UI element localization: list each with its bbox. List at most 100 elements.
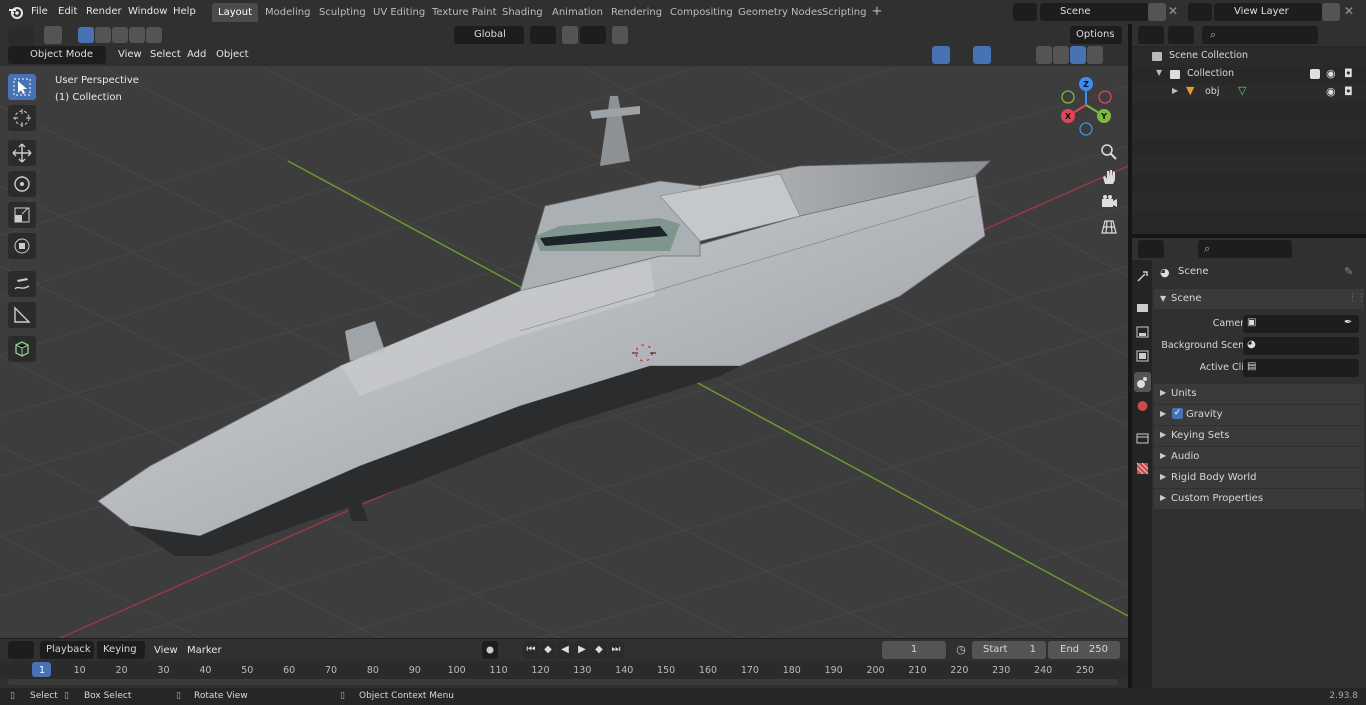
tab-geometry-nodes[interactable]: Geometry Nodes	[732, 3, 828, 22]
drag-handle-icon[interactable]: ⋮⋮	[1348, 293, 1366, 303]
view-layer-field[interactable]: View Layer	[1214, 3, 1322, 21]
tool-annotate[interactable]	[8, 271, 36, 297]
select-mode-invert-icon[interactable]	[129, 27, 145, 43]
mode-dropdown[interactable]: Object Mode	[8, 46, 106, 64]
camera-field[interactable]	[1243, 315, 1359, 333]
next-keyframe-icon[interactable]: ◆	[591, 641, 607, 659]
tab-scripting[interactable]: Scripting	[816, 3, 872, 22]
exclude-checkbox-icon[interactable]	[1310, 69, 1320, 79]
shading-material-icon[interactable]	[1070, 46, 1086, 64]
proportional-edit-icon[interactable]	[612, 26, 628, 44]
menu-add[interactable]: Add	[187, 47, 206, 63]
menu-window[interactable]: Window	[128, 4, 167, 20]
xray-toggle-icon[interactable]	[1014, 46, 1030, 64]
pin-icon[interactable]: ✎	[1344, 265, 1353, 278]
tab-compositing[interactable]: Compositing	[664, 3, 739, 22]
expand-chevron-icon[interactable]: ▼	[1156, 68, 1162, 77]
outliner-search-input[interactable]	[1202, 26, 1318, 44]
tab-sculpting[interactable]: Sculpting	[313, 3, 372, 22]
zoom-icon[interactable]	[1099, 142, 1119, 165]
filter-icon[interactable]	[1322, 26, 1348, 44]
properties-options-icon[interactable]	[1338, 240, 1358, 258]
tool-tab-icon[interactable]	[1134, 266, 1151, 286]
menu-edit[interactable]: Edit	[58, 4, 77, 20]
add-workspace-icon[interactable]: +	[870, 5, 884, 19]
tool-select-box[interactable]	[8, 74, 36, 100]
obj-camera-render-icon[interactable]: ◘	[1344, 85, 1353, 98]
perspective-toggle-icon[interactable]	[1099, 217, 1119, 240]
menu-view[interactable]: View	[118, 47, 142, 63]
active-clip-field[interactable]	[1243, 359, 1359, 377]
navigation-gizmo[interactable]: Z Y X	[1061, 77, 1112, 136]
tab-uv-editing[interactable]: UV Editing	[367, 3, 431, 22]
select-mode-subtract-icon[interactable]	[112, 27, 128, 43]
tab-rendering[interactable]: Rendering	[605, 3, 668, 22]
tool-measure[interactable]	[8, 302, 36, 328]
editor-type-icon[interactable]	[8, 27, 34, 45]
world-tab-icon[interactable]	[1134, 396, 1151, 416]
scene-panel-chevron-icon[interactable]: ▼	[1160, 294, 1166, 303]
visibility-icon[interactable]	[903, 46, 927, 64]
menu-render[interactable]: Render	[86, 4, 122, 20]
tool-rotate[interactable]	[8, 171, 36, 197]
shading-rendered-icon[interactable]	[1087, 46, 1103, 64]
keying-menu[interactable]: Keying	[97, 641, 145, 659]
end-frame-field[interactable]: End 250	[1048, 641, 1120, 659]
new-scene-icon[interactable]	[1148, 3, 1166, 21]
delete-view-layer-icon[interactable]: ✕	[1344, 4, 1354, 18]
scene-name-field[interactable]: Scene	[1040, 3, 1148, 21]
tab-texture-paint[interactable]: Texture Paint	[426, 3, 503, 22]
expand-right-icon[interactable]: ▶	[1172, 86, 1178, 95]
tab-layout[interactable]: Layout	[212, 3, 258, 22]
3d-viewport[interactable]: Z Y X User Perspective (1) Collection	[0, 66, 1128, 638]
play-reverse-icon[interactable]: ◀	[557, 641, 573, 659]
tool-cursor[interactable]	[8, 105, 36, 131]
jump-end-icon[interactable]: ⏭	[608, 641, 624, 659]
outliner-editor-type-icon[interactable]	[1138, 26, 1164, 44]
options-dropdown[interactable]: Options	[1070, 26, 1122, 44]
tool-select-icon[interactable]	[44, 26, 62, 44]
new-view-layer-icon[interactable]	[1322, 3, 1340, 21]
playback-menu[interactable]: Playback	[40, 641, 94, 659]
menu-select[interactable]: Select	[150, 47, 181, 63]
texture-tab-icon[interactable]	[1134, 458, 1151, 478]
blender-logo-icon[interactable]	[8, 4, 24, 20]
overlay-toggle-icon[interactable]	[973, 46, 991, 64]
menu-file[interactable]: File	[31, 4, 48, 20]
timeline-editor-type-icon[interactable]	[8, 641, 34, 659]
current-frame-field[interactable]: 1	[882, 641, 946, 659]
tool-add-cube[interactable]	[8, 336, 36, 362]
menu-help[interactable]: Help	[173, 4, 196, 20]
tool-scale[interactable]	[8, 202, 36, 228]
outliner-row-scene-collection[interactable]	[1132, 48, 1366, 66]
menu-object[interactable]: Object	[216, 47, 249, 63]
render-tab-icon[interactable]	[1134, 298, 1151, 318]
timeline-scrollbar[interactable]	[8, 679, 1118, 685]
auto-keying-icon[interactable]	[482, 641, 498, 659]
output-tab-icon[interactable]	[1134, 322, 1151, 342]
properties-search-input[interactable]	[1198, 240, 1292, 258]
preview-range-icon[interactable]: ◷	[952, 641, 970, 659]
start-frame-field[interactable]: Start 1	[972, 641, 1046, 659]
select-mode-new-icon[interactable]	[78, 27, 94, 43]
display-mode-icon[interactable]	[1168, 26, 1194, 44]
background-scene-field[interactable]	[1243, 337, 1359, 355]
transform-orientation-dropdown[interactable]: Global	[454, 26, 524, 44]
scene-tab-icon[interactable]	[1134, 372, 1151, 392]
mesh-data-icon[interactable]: ▽	[1238, 84, 1246, 97]
delete-scene-icon[interactable]: ✕	[1168, 4, 1178, 18]
pivot-point-icon[interactable]	[530, 26, 556, 44]
select-mode-intersect-icon[interactable]	[146, 27, 162, 43]
select-mode-extend-icon[interactable]	[95, 27, 111, 43]
gravity-checkbox[interactable]: ✓	[1172, 408, 1183, 419]
scene-type-icon[interactable]	[1013, 3, 1037, 21]
obj-eye-icon[interactable]: ◉	[1326, 85, 1336, 98]
eye-icon[interactable]: ◉	[1326, 67, 1336, 80]
play-icon[interactable]: ▶	[574, 641, 590, 659]
pan-hand-icon[interactable]	[1099, 167, 1119, 190]
shading-solid-icon[interactable]	[1053, 46, 1069, 64]
falloff-icon[interactable]	[630, 26, 654, 44]
prev-keyframe-icon[interactable]: ◆	[540, 641, 556, 659]
tab-shading[interactable]: Shading	[496, 3, 549, 22]
snap-toggle-icon[interactable]	[562, 26, 578, 44]
